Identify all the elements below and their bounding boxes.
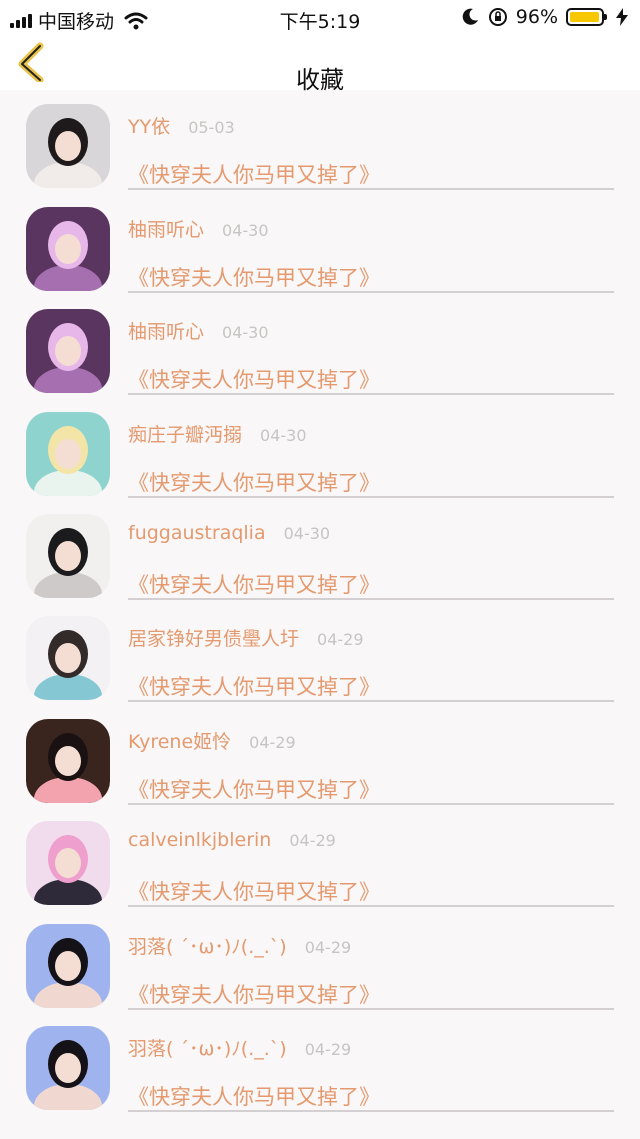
avatar[interactable]	[26, 104, 110, 189]
date-label: 04-29	[289, 831, 336, 851]
avatar[interactable]	[26, 616, 110, 701]
user-name-text: fuggaustraqlia	[128, 522, 266, 544]
date-label: 04-30	[260, 425, 307, 445]
book-title-link[interactable]: 《快穿夫人你马甲又掉了》	[128, 671, 380, 701]
avatar-image	[26, 309, 110, 394]
avatar[interactable]	[26, 514, 110, 598]
book-title-link[interactable]: 《快穿夫人你马甲又掉了》	[128, 569, 380, 599]
date-label: 04-29	[317, 630, 364, 650]
avatar-image	[26, 821, 110, 906]
avatar-image	[26, 104, 110, 189]
book-title-link[interactable]: 《快穿夫人你马甲又掉了》	[128, 159, 380, 189]
user-name-text: 羽落( ´･ω･)ﾉ(._.`)	[128, 935, 287, 958]
book-title-link[interactable]: 《快穿夫人你马甲又掉了》	[128, 876, 380, 906]
user-name-text: 羽落( ´･ω･)ﾉ(._.`)	[128, 1038, 287, 1060]
user-name: 柚雨听心 04-30	[128, 317, 269, 344]
page-title: 收藏	[296, 66, 344, 94]
status-right: 96%	[460, 6, 632, 28]
avatar-image	[26, 411, 110, 496]
status-bar: 中国移动 下午5:19 96%	[0, 0, 640, 36]
avatar-image	[26, 616, 110, 701]
user-name-text: YY依	[128, 116, 171, 139]
user-name: Kyrene姬怜 04-29	[128, 727, 296, 754]
user-name: 居家铮好男债璺人圩 04-29	[128, 624, 364, 651]
user-name: calveinlkjblerin 04-29	[128, 829, 336, 851]
date-label: 04-29	[304, 1040, 352, 1059]
avatar[interactable]	[26, 411, 110, 496]
list-item[interactable]: 羽落( ´･ω･)ﾉ(._.`) 04-29 《快穿夫人你马甲又掉了》	[0, 1006, 640, 1112]
avatar-image	[26, 718, 110, 803]
list-item[interactable]: 羽落( ´･ω･)ﾉ(._.`) 04-29 《快穿夫人你马甲又掉了》	[0, 904, 640, 1010]
date-label: 04-29	[304, 937, 352, 957]
avatar[interactable]	[26, 1026, 110, 1110]
user-name: 羽落( ´･ω･)ﾉ(._.`) 04-29	[128, 1034, 351, 1061]
list-item[interactable]: Kyrene姬怜 04-29 《快穿夫人你马甲又掉了》	[0, 699, 640, 805]
nav-bar: 收藏	[0, 36, 640, 94]
avatar-image	[26, 514, 110, 598]
avatar-image	[26, 1026, 110, 1110]
user-name-text: 柚雨听心	[128, 218, 205, 241]
book-title-link[interactable]: 《快穿夫人你马甲又掉了》	[128, 774, 380, 804]
date-label: 04-29	[249, 732, 296, 752]
avatar[interactable]	[26, 821, 110, 906]
user-name-text: Kyrene姬怜	[128, 730, 232, 753]
divider	[128, 1110, 614, 1112]
avatar-image	[26, 923, 110, 1008]
user-name: fuggaustraqlia 04-30	[128, 522, 330, 544]
battery-percent: 96%	[515, 6, 558, 28]
user-name-text: calveinlkjblerin	[128, 829, 272, 852]
user-name-text: 柚雨听心	[128, 321, 205, 344]
book-title-link[interactable]: 《快穿夫人你马甲又掉了》	[128, 262, 380, 292]
list-item[interactable]: 柚雨听心 04-30 《快穿夫人你马甲又掉了》	[0, 187, 640, 293]
user-name: 痴庄子瓣沔搦 04-30	[128, 420, 307, 447]
user-name-text: 痴庄子瓣沔搦	[128, 423, 243, 446]
book-title-link[interactable]: 《快穿夫人你马甲又掉了》	[128, 467, 380, 497]
list-item[interactable]: 痴庄子瓣沔搦 04-30 《快穿夫人你马甲又掉了》	[0, 392, 640, 498]
avatar[interactable]	[26, 923, 110, 1008]
battery-icon	[566, 8, 607, 26]
book-title-link[interactable]: 《快穿夫人你马甲又掉了》	[128, 364, 380, 394]
user-name: YY依 05-03	[128, 112, 235, 139]
avatar[interactable]	[26, 718, 110, 803]
book-title-link[interactable]: 《快穿夫人你马甲又掉了》	[128, 979, 380, 1009]
rotation-lock-icon	[488, 8, 507, 26]
list-item[interactable]: fuggaustraqlia 04-30 《快穿夫人你马甲又掉了》	[0, 494, 640, 600]
list-item[interactable]: calveinlkjblerin 04-29 《快穿夫人你马甲又掉了》	[0, 801, 640, 908]
avatar[interactable]	[26, 309, 110, 394]
user-name: 柚雨听心 04-30	[128, 215, 269, 242]
charging-bolt-icon	[616, 8, 628, 26]
book-title-link[interactable]: 《快穿夫人你马甲又掉了》	[128, 1081, 380, 1111]
date-label: 04-30	[222, 220, 269, 240]
list-item[interactable]: 柚雨听心 04-30 《快穿夫人你马甲又掉了》	[0, 289, 640, 396]
favorites-list[interactable]: 《快穿夫人你马甲又掉了》 YY依 05-03 《快穿夫人你马甲又掉了》 柚雨听心 0…	[0, 0, 640, 1139]
avatar[interactable]	[26, 206, 110, 291]
list-item[interactable]: YY依 05-03 《快穿夫人你马甲又掉了》	[0, 84, 640, 191]
user-name-text: 居家铮好男债璺人圩	[128, 628, 300, 651]
date-label: 05-03	[188, 118, 235, 138]
list-item[interactable]: 居家铮好男债璺人圩 04-29 《快穿夫人你马甲又掉了》	[0, 596, 640, 703]
date-label: 04-30	[222, 323, 269, 343]
moon-icon	[462, 8, 478, 25]
avatar-image	[26, 206, 110, 291]
date-label: 04-30	[283, 524, 331, 543]
user-name: 羽落( ´･ω･)ﾉ(._.`) 04-29	[128, 932, 351, 959]
